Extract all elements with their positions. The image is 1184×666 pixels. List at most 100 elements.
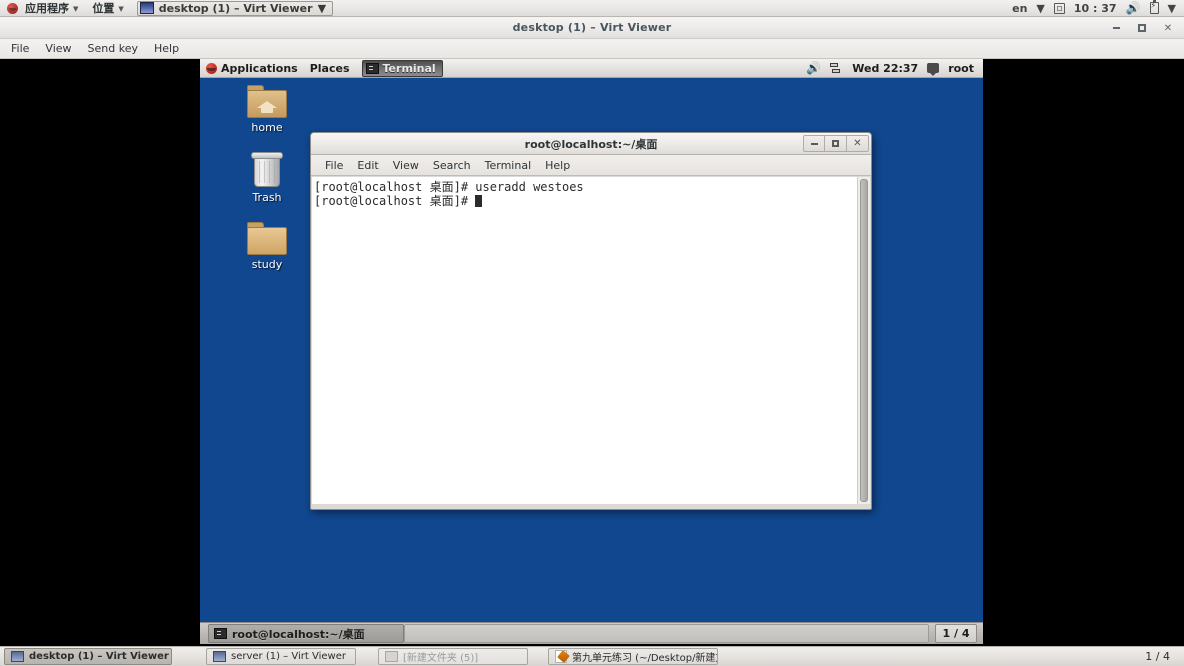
- guest-taskbar-item-label: root@localhost:~/桌面: [232, 627, 365, 641]
- taskbar-page-indicator[interactable]: 1 / 4: [1145, 650, 1180, 663]
- taskbar-item-label: 第九单元练习 (~/Desktop/新建文...: [572, 653, 717, 664]
- document-icon: [555, 650, 567, 663]
- terminal-menu-help[interactable]: Help: [539, 158, 576, 173]
- guest-window-list-terminal[interactable]: Terminal: [361, 59, 443, 77]
- virt-viewer-titlebar: desktop (1) – Virt Viewer ✕: [0, 17, 1184, 39]
- guest-desktop[interactable]: Applications Places Terminal 🔊 Wed 22:37…: [200, 59, 983, 644]
- terminal-icon: [365, 62, 379, 74]
- guest-taskbar-item-terminal[interactable]: root@localhost:~/桌面: [208, 624, 404, 643]
- menu-file[interactable]: File: [4, 41, 36, 56]
- host-taskbar: desktop (1) – Virt Viewer server (1) – V…: [0, 646, 1184, 666]
- host-window-button-label: desktop (1) – Virt Viewer: [158, 1, 313, 15]
- terminal-scrollbar[interactable]: [857, 177, 870, 504]
- taskbar-item-document[interactable]: 第九单元练习 (~/Desktop/新建文...: [548, 648, 718, 665]
- guest-window-list-label: Terminal: [382, 61, 436, 75]
- guest-user-label[interactable]: root: [948, 62, 974, 75]
- user-icon: [927, 63, 940, 76]
- desktop-icon-trash[interactable]: Trash: [212, 152, 322, 204]
- chevron-down-icon: ▼: [1036, 1, 1045, 15]
- terminal-menubar: File Edit View Search Terminal Help: [311, 155, 871, 176]
- maximize-icon[interactable]: [825, 135, 847, 152]
- maximize-icon[interactable]: [1136, 22, 1148, 34]
- guest-top-panel: Applications Places Terminal 🔊 Wed 22:37…: [200, 59, 983, 78]
- scrollbar-thumb: [860, 179, 868, 502]
- virt-viewer-menubar: File View Send key Help: [0, 39, 1184, 59]
- taskbar-item-desktop-virt-viewer[interactable]: desktop (1) – Virt Viewer: [4, 648, 172, 665]
- minimize-icon[interactable]: [803, 135, 825, 152]
- taskbar-item-label: [新建文件夹 (5)]: [403, 653, 479, 664]
- screen-icon: [11, 651, 24, 662]
- desktop-icon-home[interactable]: home: [212, 85, 322, 134]
- guest-bottom-panel: root@localhost:~/桌面 1 / 4: [200, 622, 983, 644]
- chevron-down-icon: ▼: [73, 5, 79, 13]
- guest-applications-label: Applications: [221, 61, 298, 75]
- host-places-label: 位置: [92, 2, 115, 15]
- fedora-logo-icon: [206, 62, 217, 74]
- folder-icon: [247, 222, 287, 255]
- terminal-line: [root@localhost 桌面]# useradd westoes: [314, 180, 584, 194]
- terminal-cursor: [475, 195, 483, 207]
- host-panel-tray: en ▼ 10 : 37 🔊 ▼: [1012, 0, 1184, 15]
- minimize-icon[interactable]: [1110, 22, 1122, 34]
- terminal-title: root@localhost:~/桌面: [524, 137, 658, 151]
- display-icon[interactable]: [1053, 2, 1065, 14]
- guest-taskbar-empty-area: [404, 624, 929, 643]
- desktop-icon-label: study: [251, 258, 283, 271]
- guest-clock[interactable]: Wed 22:37: [852, 62, 918, 75]
- close-icon[interactable]: ✕: [847, 135, 869, 152]
- workspace-indicator-label: 1 / 4: [942, 627, 970, 640]
- volume-icon[interactable]: 🔊: [806, 62, 821, 74]
- taskbar-item-label: server (1) – Virt Viewer: [231, 651, 346, 662]
- terminal-menu-file[interactable]: File: [319, 158, 349, 173]
- terminal-icon: [214, 628, 227, 639]
- terminal-menu-view[interactable]: View: [387, 158, 425, 173]
- virt-viewer-title: desktop (1) – Virt Viewer: [512, 21, 672, 34]
- screen-icon: [213, 651, 226, 662]
- chevron-down-icon: ▼: [118, 5, 124, 13]
- close-icon[interactable]: ✕: [1162, 22, 1174, 34]
- terminal-menu-terminal[interactable]: Terminal: [479, 158, 538, 173]
- terminal-output: [root@localhost 桌面]# useradd westoes [ro…: [314, 180, 854, 208]
- menu-view[interactable]: View: [38, 41, 78, 56]
- folder-icon: [385, 651, 398, 662]
- home-folder-icon: [247, 85, 287, 118]
- terminal-screen[interactable]: [root@localhost 桌面]# useradd westoes [ro…: [312, 177, 870, 504]
- chevron-down-icon: ▼: [317, 1, 327, 15]
- volume-icon[interactable]: 🔊: [1126, 2, 1141, 14]
- desktop-icon-label: Trash: [252, 191, 282, 204]
- desktop-icon-list: home Trash study: [200, 78, 320, 271]
- guest-places-menu[interactable]: Places: [304, 59, 356, 78]
- menu-help[interactable]: Help: [147, 41, 186, 56]
- menu-send-key[interactable]: Send key: [81, 41, 145, 56]
- host-applications-label: 应用程序: [25, 2, 69, 15]
- fedora-logo-icon: [7, 2, 18, 14]
- host-applications-menu[interactable]: 应用程序 ▼: [0, 0, 85, 16]
- terminal-titlebar[interactable]: root@localhost:~/桌面 ✕: [311, 133, 871, 155]
- trash-can-icon: [250, 152, 284, 188]
- network-icon[interactable]: [830, 62, 843, 74]
- terminal-line: [root@localhost 桌面]#: [314, 194, 476, 208]
- terminal-menu-search[interactable]: Search: [427, 158, 477, 173]
- host-panel-left: 应用程序 ▼ 位置 ▼ desktop (1) – Virt Viewer ▼: [0, 0, 334, 16]
- screen-icon: [139, 2, 154, 14]
- taskbar-page-indicator-label: 1 / 4: [1145, 650, 1170, 663]
- host-window-button-desktop[interactable]: desktop (1) – Virt Viewer ▼: [136, 0, 334, 16]
- guest-applications-menu[interactable]: Applications: [200, 59, 304, 78]
- workspace-switcher[interactable]: 1 / 4: [935, 624, 977, 643]
- screen: 应用程序 ▼ 位置 ▼ desktop (1) – Virt Viewer ▼ …: [0, 0, 1184, 666]
- host-clock[interactable]: 10 : 37: [1074, 2, 1117, 15]
- desktop-icon-study[interactable]: study: [212, 222, 322, 271]
- virt-viewer-window-controls: ✕: [1110, 17, 1180, 39]
- battery-icon[interactable]: [1149, 0, 1159, 14]
- chevron-down-icon[interactable]: ▼: [1168, 2, 1176, 15]
- keyboard-layout-indicator[interactable]: en: [1012, 2, 1027, 15]
- desktop-icon-label: home: [251, 121, 283, 134]
- terminal-menu-edit[interactable]: Edit: [351, 158, 384, 173]
- guest-display-area: Applications Places Terminal 🔊 Wed 22:37…: [0, 59, 1184, 646]
- taskbar-item-server-virt-viewer[interactable]: server (1) – Virt Viewer: [206, 648, 356, 665]
- terminal-window-controls: ✕: [803, 135, 869, 152]
- guest-panel-tray: 🔊 Wed 22:37 root: [806, 62, 983, 76]
- taskbar-item-new-folder[interactable]: [新建文件夹 (5)]: [378, 648, 528, 665]
- terminal-window[interactable]: root@localhost:~/桌面 ✕ File Edit View Sea…: [310, 132, 872, 510]
- host-places-menu[interactable]: 位置 ▼: [85, 0, 130, 16]
